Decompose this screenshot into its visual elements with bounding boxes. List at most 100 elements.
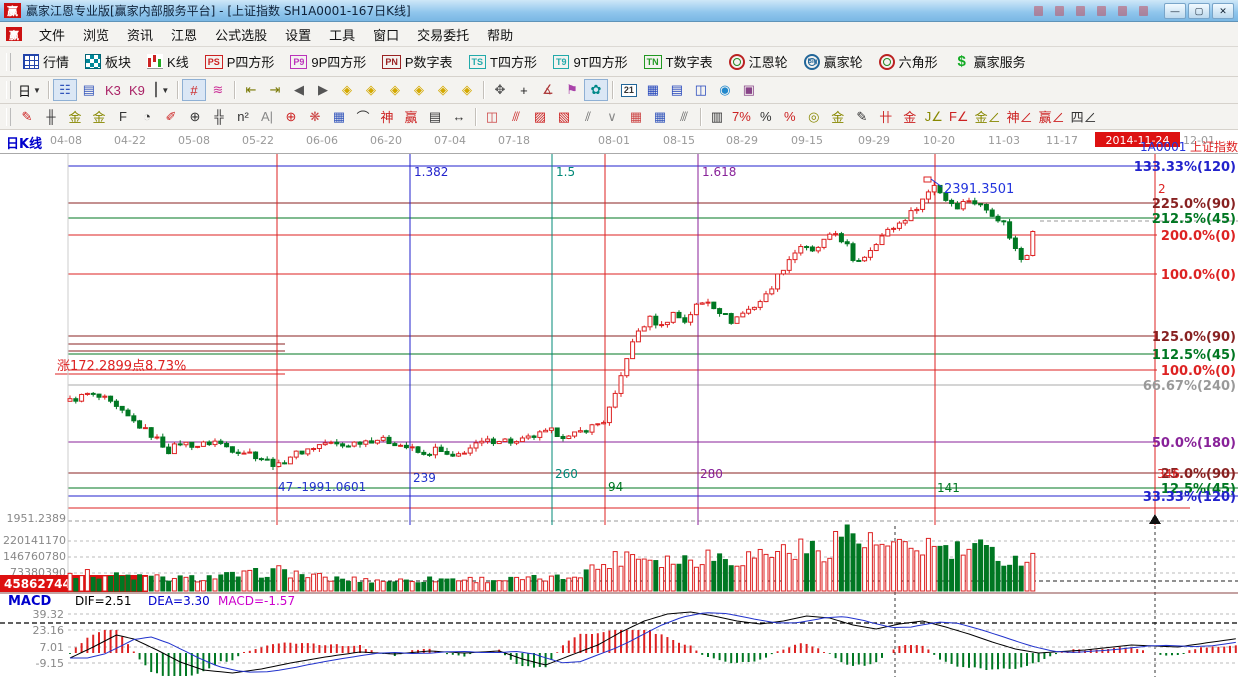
- j-angle-tool[interactable]: J∠: [922, 106, 946, 128]
- kline-button[interactable]: K线: [139, 48, 197, 75]
- shen-grid-tool[interactable]: 神: [375, 106, 399, 128]
- grid-square-red-tool[interactable]: ▦: [624, 106, 648, 128]
- si-angle-tool[interactable]: 四∠: [1068, 106, 1100, 128]
- sectors-button[interactable]: 板块: [77, 48, 139, 75]
- fibonacci-grid-tool[interactable]: F: [111, 106, 135, 128]
- ying-grid-tool[interactable]: 赢: [399, 106, 423, 128]
- spider-web-tool[interactable]: ❋: [303, 106, 327, 128]
- t9-square-button[interactable]: T99T四方形: [545, 48, 636, 75]
- t-number-button[interactable]: TNT数字表: [636, 48, 721, 75]
- last-page-button[interactable]: ⇥: [263, 79, 287, 101]
- trend-pencil-tool[interactable]: ✎: [850, 106, 874, 128]
- print-tool[interactable]: ▣: [737, 79, 761, 101]
- menu-item-1[interactable]: 文件: [30, 22, 74, 47]
- menu-item-5[interactable]: 公式选股: [206, 22, 276, 47]
- angle-fan-tool[interactable]: ⫽: [576, 106, 600, 128]
- square-web-tool[interactable]: ▦: [327, 106, 351, 128]
- p-square-button[interactable]: PSP四方形: [197, 48, 283, 75]
- menu-item-9[interactable]: 交易委托: [408, 22, 478, 47]
- density-grid-tool[interactable]: ╬: [207, 106, 231, 128]
- circle-target-tool[interactable]: ⊕: [279, 106, 303, 128]
- n2-grid-tool[interactable]: n²: [231, 106, 255, 128]
- gold-line-tool[interactable]: 金: [826, 106, 850, 128]
- first-page-button[interactable]: ⇤: [239, 79, 263, 101]
- next-bar-button[interactable]: ▶: [311, 79, 335, 101]
- menu-item-2[interactable]: 浏览: [74, 22, 118, 47]
- chart-canvas[interactable]: 日K线04-0804-2205-0805-2206-0606-2007-0407…: [0, 130, 1238, 678]
- compress-h-button[interactable]: ◈: [407, 79, 431, 101]
- zoom-left-button[interactable]: ◈: [335, 79, 359, 101]
- percent-line-tool[interactable]: %: [778, 106, 802, 128]
- pattern-tool[interactable]: ✿: [584, 79, 608, 101]
- clock-circle-tool[interactable]: ⊕: [183, 106, 207, 128]
- maximize-button[interactable]: ▢: [1188, 3, 1210, 19]
- crosshair-tool[interactable]: +: [512, 79, 536, 101]
- gold-square-tool[interactable]: 金: [63, 106, 87, 128]
- save-tool[interactable]: ◫: [689, 79, 713, 101]
- grid-tool[interactable]: ╫: [39, 106, 63, 128]
- menu-item-4[interactable]: 江恩: [162, 22, 206, 47]
- shen-angle-tool[interactable]: 神∠: [1004, 106, 1036, 128]
- volume-meter-tool[interactable]: ▥: [705, 106, 729, 128]
- red-fan-tool[interactable]: ⫻: [504, 106, 528, 128]
- angle-measure-tool[interactable]: ∡: [536, 79, 560, 101]
- calendar-tool[interactable]: 21: [617, 79, 641, 101]
- menu-item-6[interactable]: 设置: [276, 22, 320, 47]
- expand-h-button[interactable]: ◈: [383, 79, 407, 101]
- expand-all-button[interactable]: ◈: [431, 79, 455, 101]
- width-measure-tool[interactable]: ↔: [447, 106, 471, 128]
- grid-square-blue-tool[interactable]: ▦: [648, 106, 672, 128]
- color-price-tool[interactable]: ≋: [206, 79, 230, 101]
- kline-9-combine-tool[interactable]: K9: [125, 79, 149, 101]
- t-square-button[interactable]: TST四方形: [461, 48, 545, 75]
- ying-angle-tool[interactable]: 赢∠: [1036, 106, 1068, 128]
- compress-all-button[interactable]: ◈: [455, 79, 479, 101]
- menu-item-7[interactable]: 工具: [320, 22, 364, 47]
- winner-service-button[interactable]: $赢家服务: [946, 48, 1034, 75]
- hexagon-button[interactable]: 六角形: [871, 48, 946, 75]
- period-day-button[interactable]: 日▼: [15, 79, 44, 101]
- titlebar-marker: [1139, 6, 1148, 16]
- winner-wheel-button[interactable]: Big赢家轮: [796, 48, 871, 75]
- wave-mark-tool[interactable]: ⌒: [351, 106, 375, 128]
- menu-item-10[interactable]: 帮助: [478, 22, 522, 47]
- minimize-button[interactable]: —: [1164, 3, 1186, 19]
- percent-tool[interactable]: %: [754, 106, 778, 128]
- support-line-tool[interactable]: 卄: [874, 106, 898, 128]
- mirror-tool[interactable]: A|: [255, 106, 279, 128]
- gann-wheel-button[interactable]: 江恩轮: [721, 48, 796, 75]
- candle-style-button[interactable]: ⎮▼: [149, 79, 173, 101]
- calculator-tool[interactable]: ▦: [641, 79, 665, 101]
- p9-square-button[interactable]: P99P四方形: [282, 48, 374, 75]
- golden-pencil-tool[interactable]: ✎: [15, 106, 39, 128]
- spiral-tool[interactable]: ◔: [135, 106, 159, 128]
- kline-3-combine-tool[interactable]: K3: [101, 79, 125, 101]
- gold-angle-line-tool[interactable]: 金: [898, 106, 922, 128]
- prev-bar-button[interactable]: ◀: [287, 79, 311, 101]
- quotes-button[interactable]: 行情: [15, 48, 77, 75]
- triple-line-tool[interactable]: ⫻: [672, 106, 696, 128]
- zoom-right-button[interactable]: ◈: [359, 79, 383, 101]
- check-line-tool[interactable]: ∨: [600, 106, 624, 128]
- hand-tool[interactable]: ✥: [488, 79, 512, 101]
- f-angle-tool[interactable]: F∠: [946, 106, 972, 128]
- close-button[interactable]: ✕: [1212, 3, 1234, 19]
- web-share-tool[interactable]: ◉: [713, 79, 737, 101]
- gold-angle-tool[interactable]: 金∠: [972, 106, 1004, 128]
- price-pencil-tool[interactable]: ✐: [159, 106, 183, 128]
- info-note-tool[interactable]: ▤: [77, 79, 101, 101]
- p-number-button[interactable]: PNP数字表: [374, 48, 460, 75]
- notepad-tool[interactable]: ▤: [665, 79, 689, 101]
- menu-item-8[interactable]: 窗口: [364, 22, 408, 47]
- gann-wave-tool[interactable]: ☷: [53, 79, 77, 101]
- box-fan-9-tool[interactable]: ▧: [552, 106, 576, 128]
- box-fan-tool[interactable]: ▨: [528, 106, 552, 128]
- percent-7-tool[interactable]: 7%: [729, 106, 754, 128]
- gold-circle-tool[interactable]: ◎: [802, 106, 826, 128]
- gann-grid-tool[interactable]: #: [182, 79, 206, 101]
- box-split-tool[interactable]: ◫: [480, 106, 504, 128]
- ruler-grid-tool[interactable]: ▤: [423, 106, 447, 128]
- flag-tool[interactable]: ⚑: [560, 79, 584, 101]
- menu-item-3[interactable]: 资讯: [118, 22, 162, 47]
- gold-square-9-tool[interactable]: 金: [87, 106, 111, 128]
